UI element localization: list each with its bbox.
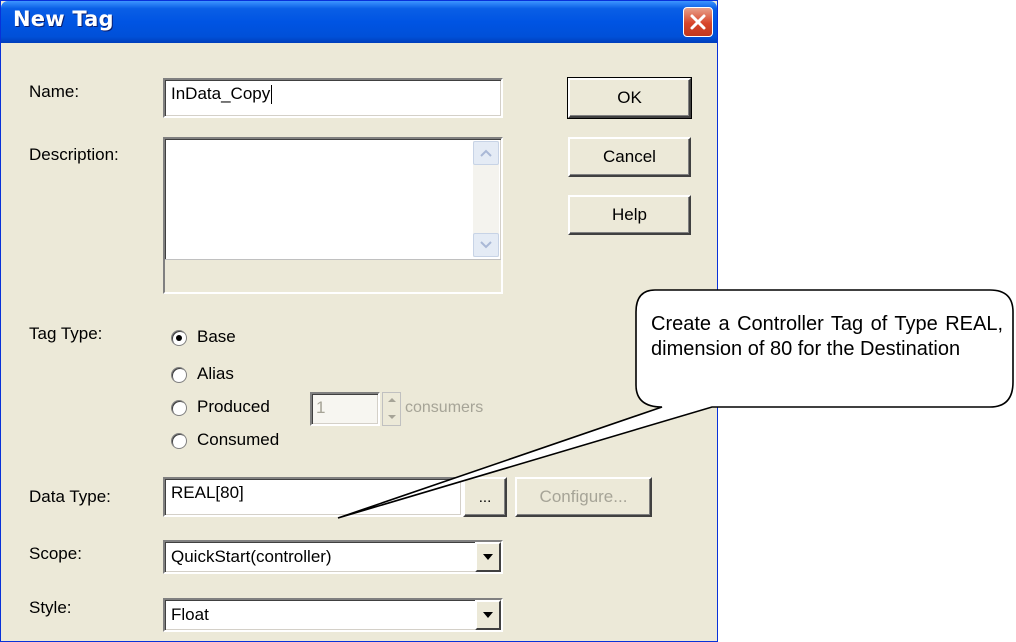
callout-text: Create a Controller Tag of Type REAL, di… — [651, 313, 1003, 360]
